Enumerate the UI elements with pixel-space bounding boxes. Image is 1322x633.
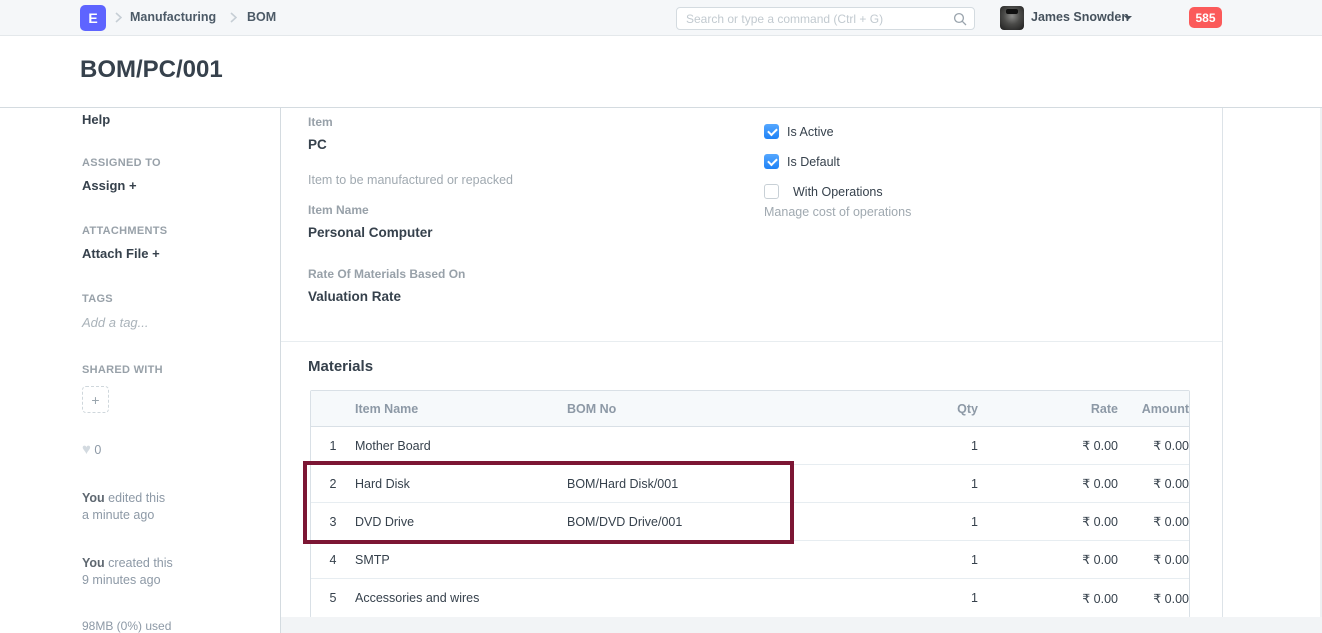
row-rate: ₹ 0.00 — [978, 438, 1118, 453]
search-input[interactable] — [686, 8, 941, 29]
edited-by: You — [82, 491, 105, 505]
col-qty: Qty — [837, 402, 978, 416]
row-qty: 1 — [837, 591, 978, 605]
with-operations-checkbox[interactable] — [764, 184, 779, 199]
is-default-checkbox[interactable] — [764, 154, 779, 169]
row-rate: ₹ 0.00 — [978, 476, 1118, 491]
page-title: BOM/PC/001 — [80, 56, 223, 84]
row-rate: ₹ 0.00 — [978, 591, 1118, 606]
storage-usage: 98MB (0%) used — [82, 619, 171, 633]
row-amount: ₹ 0.00 — [1118, 476, 1189, 491]
row-amount: ₹ 0.00 — [1118, 514, 1189, 529]
share-add-button[interactable]: + — [82, 386, 109, 413]
form-right-divider — [1222, 108, 1223, 617]
row-qty: 1 — [837, 439, 978, 453]
row-index: 5 — [311, 591, 355, 605]
user-avatar[interactable] — [1000, 6, 1024, 30]
page-background-strip — [281, 617, 1322, 633]
created-by: You — [82, 556, 105, 570]
row-item-name: Hard Disk — [355, 477, 567, 491]
assign-plus-icon[interactable]: + — [129, 178, 137, 193]
row-amount: ₹ 0.00 — [1118, 438, 1189, 453]
row-qty: 1 — [837, 477, 978, 491]
col-rate: Rate — [978, 402, 1118, 416]
materials-section-title: Materials — [308, 358, 373, 375]
is-active-checkbox[interactable] — [764, 124, 779, 139]
item-description: Item to be manufactured or repacked — [308, 173, 513, 187]
tags-label: TAGS — [82, 293, 113, 305]
search-icon[interactable] — [953, 12, 967, 29]
page-head: BOM/PC/001 — [0, 36, 1322, 108]
table-row[interactable]: 2 Hard Disk BOM/Hard Disk/001 1 ₹ 0.00 ₹… — [311, 465, 1189, 503]
row-qty: 1 — [837, 553, 978, 567]
attach-file-plus-icon[interactable]: + — [152, 246, 160, 261]
attachments-label: ATTACHMENTS — [82, 225, 167, 237]
rate-of-materials-label: Rate Of Materials Based On — [308, 267, 465, 281]
row-bom-no: BOM/Hard Disk/001 — [567, 477, 837, 491]
materials-table-header: Item Name BOM No Qty Rate Amount — [311, 391, 1189, 427]
like-counter: ♥ 0 — [82, 441, 101, 458]
with-operations-label: With Operations — [793, 185, 883, 199]
item-name-value[interactable]: Personal Computer — [308, 225, 433, 240]
table-row[interactable]: 5 Accessories and wires 1 ₹ 0.00 ₹ 0.00 — [311, 579, 1189, 617]
breadcrumb-chevron-icon — [230, 12, 237, 23]
sidebar-help-link[interactable]: Help — [82, 112, 110, 127]
attach-file-button[interactable]: Attach File + — [82, 246, 160, 261]
shared-with-label: SHARED WITH — [82, 364, 163, 376]
row-index: 3 — [311, 515, 355, 529]
sidebar: Help ASSIGNED TO Assign + ATTACHMENTS At… — [0, 108, 281, 633]
col-amount: Amount — [1118, 402, 1189, 416]
with-operations-description: Manage cost of operations — [764, 205, 911, 219]
notification-badge[interactable]: 585 — [1189, 7, 1222, 28]
global-search — [676, 7, 975, 30]
user-menu[interactable]: James Snowden — [1031, 10, 1129, 24]
user-caret-icon — [1124, 16, 1132, 20]
row-item-name: Mother Board — [355, 439, 567, 453]
is-active-label: Is Active — [787, 125, 834, 139]
breadcrumb-manufacturing[interactable]: Manufacturing — [130, 10, 216, 24]
item-name-label: Item Name — [308, 203, 369, 217]
attach-file-label: Attach File — [82, 246, 148, 261]
row-item-name: Accessories and wires — [355, 591, 567, 605]
row-qty: 1 — [837, 515, 978, 529]
section-divider — [281, 341, 1222, 342]
row-amount: ₹ 0.00 — [1118, 591, 1189, 606]
table-row[interactable]: 1 Mother Board 1 ₹ 0.00 ₹ 0.00 — [311, 427, 1189, 465]
row-index: 2 — [311, 477, 355, 491]
navbar: E Manufacturing BOM James Snowden 585 — [0, 0, 1322, 36]
row-rate: ₹ 0.00 — [978, 552, 1118, 567]
row-item-name: DVD Drive — [355, 515, 567, 529]
row-index: 1 — [311, 439, 355, 453]
created-action: created this — [105, 556, 173, 570]
table-row[interactable]: 3 DVD Drive BOM/DVD Drive/001 1 ₹ 0.00 ₹… — [311, 503, 1189, 541]
edited-info: You edited this a minute ago — [82, 490, 165, 524]
assigned-to-label: ASSIGNED TO — [82, 157, 161, 169]
row-amount: ₹ 0.00 — [1118, 552, 1189, 567]
is-default-label: Is Default — [787, 155, 840, 169]
breadcrumb-chevron-icon — [115, 12, 122, 23]
row-item-name: SMTP — [355, 553, 567, 567]
share-plus-icon: + — [91, 392, 99, 408]
breadcrumb-bom[interactable]: BOM — [247, 10, 276, 24]
item-value[interactable]: PC — [308, 137, 327, 152]
assign-label: Assign — [82, 178, 125, 193]
row-bom-no: BOM/DVD Drive/001 — [567, 515, 837, 529]
heart-icon[interactable]: ♥ — [82, 441, 91, 458]
edited-action: edited this — [105, 491, 165, 505]
assign-button[interactable]: Assign + — [82, 178, 137, 193]
table-row[interactable]: 4 SMTP 1 ₹ 0.00 ₹ 0.00 — [311, 541, 1189, 579]
materials-table: Item Name BOM No Qty Rate Amount 1 Mothe… — [310, 390, 1190, 618]
created-info: You created this 9 minutes ago — [82, 555, 173, 589]
item-label: Item — [308, 115, 333, 129]
col-bom-no: BOM No — [567, 402, 837, 416]
add-tag-input[interactable]: Add a tag... — [82, 315, 149, 330]
row-rate: ₹ 0.00 — [978, 514, 1118, 529]
created-when: 9 minutes ago — [82, 573, 161, 587]
row-index: 4 — [311, 553, 355, 567]
edited-when: a minute ago — [82, 508, 154, 522]
col-item-name: Item Name — [355, 402, 567, 416]
rate-of-materials-value[interactable]: Valuation Rate — [308, 289, 401, 304]
app-logo[interactable]: E — [80, 5, 106, 31]
like-count: 0 — [94, 443, 101, 457]
